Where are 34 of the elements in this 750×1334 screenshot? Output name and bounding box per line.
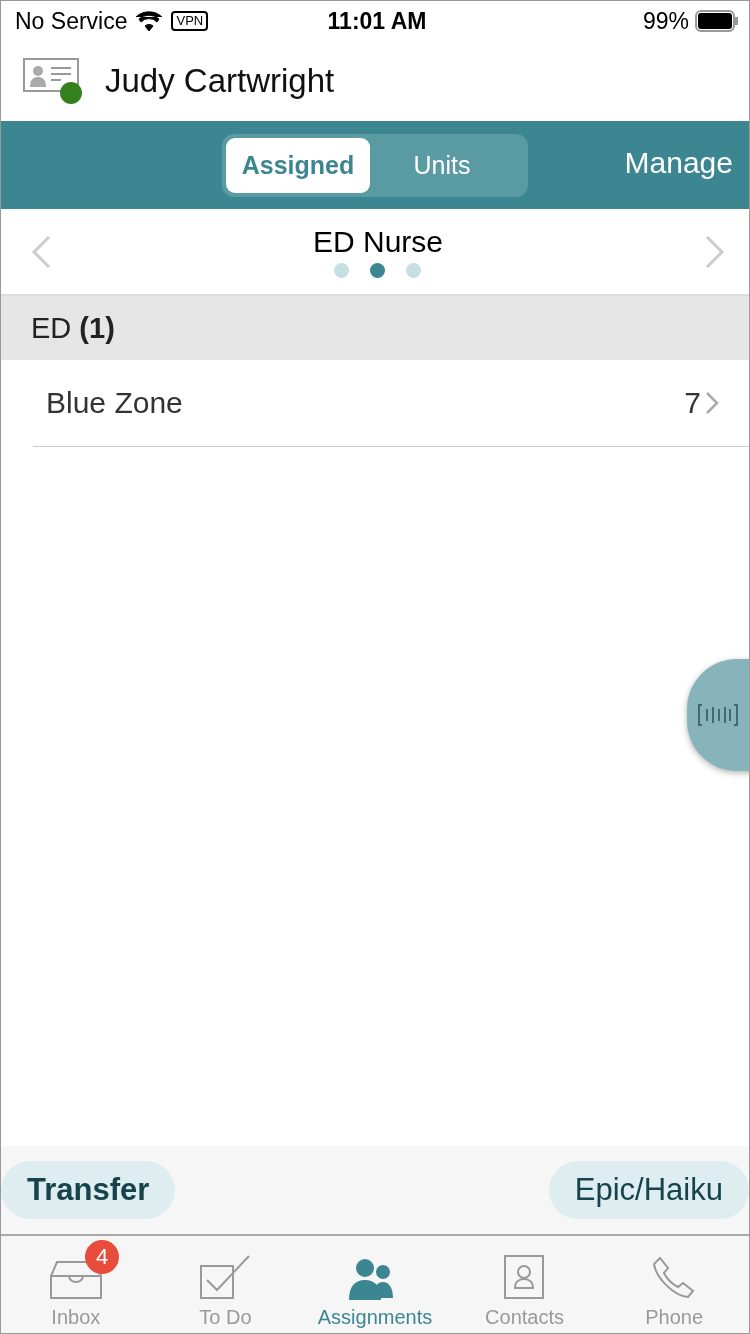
tab-bar-item[interactable]: Contacts (449, 1236, 600, 1333)
carrier-text: No Service (15, 7, 128, 35)
id-card-icon (23, 58, 79, 92)
unread-badge: 4 (85, 1240, 119, 1274)
tab-bar-item[interactable]: Inbox 4 (1, 1236, 151, 1333)
tab-bar-item[interactable]: Assignments (300, 1236, 450, 1333)
chevron-right-icon (705, 391, 719, 415)
page-dot[interactable] (334, 263, 350, 278)
phone-icon (652, 1256, 697, 1300)
barcode-icon (697, 703, 739, 727)
list-item-label[interactable]: Blue Zone (46, 386, 685, 420)
segment-tab[interactable]: Assigned (226, 138, 370, 193)
battery-percent: 99% (642, 7, 689, 35)
checkbox-icon (199, 1254, 252, 1300)
epic-haiku-button[interactable]: Epic/Haiku (548, 1161, 749, 1219)
section-header: ED (1) (31, 311, 115, 345)
contact-card-icon (502, 1254, 547, 1300)
tab-bar-item[interactable]: To Do (150, 1236, 301, 1333)
clock-text: 11:01 AM (327, 7, 427, 35)
manage-button[interactable]: Manage (618, 145, 739, 181)
chevron-right-icon[interactable] (705, 234, 725, 269)
tab-bar-item[interactable]: Phone (599, 1236, 749, 1333)
scan-button[interactable] (687, 659, 749, 771)
transfer-button[interactable]: Transfer (1, 1161, 176, 1219)
role-title: ED Nurse (312, 225, 443, 259)
user-name: Judy Cartwright (105, 62, 335, 100)
wifi-icon (135, 11, 164, 31)
battery-icon (695, 10, 739, 32)
segment-tab[interactable]: Units (370, 138, 514, 193)
item-count: 7 (684, 386, 701, 420)
page-dot[interactable] (406, 263, 422, 278)
vpn-indicator: VPN (171, 11, 209, 31)
page-dot[interactable] (370, 263, 386, 278)
chevron-left-icon[interactable] (31, 234, 51, 269)
